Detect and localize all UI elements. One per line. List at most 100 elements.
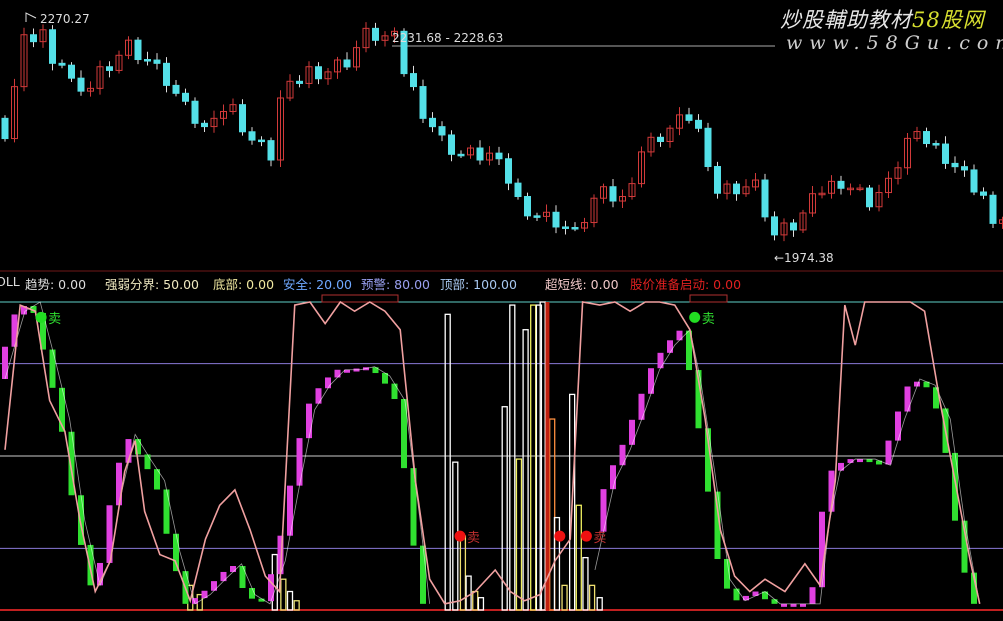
candle-down <box>163 62 170 86</box>
watermark-url: www.58Gu.com <box>786 32 1003 54</box>
candle-down <box>419 86 427 119</box>
indicator-bar <box>465 575 472 611</box>
candle-down <box>258 139 265 143</box>
trend-bar-rise <box>676 330 683 341</box>
indicator-bar <box>522 329 529 611</box>
candle-down <box>172 84 180 94</box>
trend-bar-rise <box>657 352 664 369</box>
candle-down <box>68 64 75 79</box>
candle-down <box>771 216 778 236</box>
indicator-bar <box>477 597 485 611</box>
trend-bar-rise <box>268 574 274 602</box>
candle-down <box>571 227 579 230</box>
candle-down <box>239 104 246 133</box>
indicator-bar <box>280 578 287 611</box>
candle-down <box>562 226 569 229</box>
launch-value: 股价准备启动: 0.00 <box>630 277 742 292</box>
candle-down <box>524 196 531 217</box>
candle-down <box>30 34 37 43</box>
trend-bar-rise <box>610 465 616 490</box>
candle-down <box>761 179 769 218</box>
top-zone-marker <box>321 294 399 303</box>
candle-down <box>457 153 465 157</box>
trend-bar-rise <box>648 368 654 394</box>
trend-bar-fall <box>144 454 151 470</box>
trend-bar-fall <box>733 588 740 601</box>
stock-chart <box>0 12 1003 611</box>
trend-bar-rise <box>857 459 863 463</box>
trend-bar-rise <box>885 440 892 465</box>
trend-bar-rise <box>809 587 816 604</box>
indicator-bar <box>293 600 300 611</box>
candle-down <box>495 152 503 160</box>
trend-bar-rise <box>838 462 844 471</box>
safe-value: 安全: 20.00 <box>283 277 352 292</box>
candle-down <box>372 27 379 41</box>
indicator-bar <box>501 406 508 611</box>
candle-down <box>58 62 66 66</box>
trend-bar-fall <box>771 599 778 604</box>
warn-value: 预警: 80.00 <box>361 277 430 292</box>
candle-down <box>989 194 997 224</box>
candle-down <box>837 180 845 189</box>
candle-down <box>191 100 199 124</box>
candle-down <box>1 117 9 140</box>
candle-down <box>505 158 512 184</box>
signal-dot-icon <box>689 311 701 323</box>
trend-bar-fall <box>163 489 170 534</box>
trend-bar-rise <box>230 566 236 572</box>
candle-down <box>476 147 484 161</box>
candle-down <box>438 126 446 136</box>
trend-bar-fall <box>239 566 246 588</box>
trend-bar-fall <box>49 349 56 388</box>
trend-value: 趋势: 0.00 <box>25 277 87 292</box>
trend-bar-rise <box>325 377 331 389</box>
candle-down <box>970 169 978 193</box>
candle-down <box>980 191 987 196</box>
candle-down <box>514 182 522 198</box>
indicator-bar <box>444 313 451 611</box>
bottom-value: 底部: 0.00 <box>213 277 275 292</box>
trend-bar-rise <box>638 393 645 420</box>
candle-down <box>134 39 142 61</box>
candle-down <box>733 183 740 195</box>
price-low-label: ←1974.38 <box>774 251 834 265</box>
trend-bar-fall <box>173 533 179 572</box>
candle-down <box>448 134 455 155</box>
high-marker-icon <box>25 12 37 22</box>
candle-down <box>429 117 436 128</box>
indicator-bar <box>515 458 523 611</box>
signal-line <box>545 302 550 610</box>
price-range-label: 2231.68 - 2228.63 <box>392 31 504 45</box>
candle-down <box>248 131 256 141</box>
trend-bar-rise <box>220 571 227 582</box>
candle-down <box>942 143 949 164</box>
indicator-bar <box>472 590 479 611</box>
candle-down <box>296 80 303 84</box>
indicator-bar <box>561 584 568 611</box>
trend-bar-fall <box>391 383 398 400</box>
signal-dot-icon <box>554 530 566 542</box>
watermark-title: 炒股輔助教材58股网 <box>780 8 985 32</box>
trend-bar-rise <box>619 444 626 466</box>
candle-down <box>961 166 968 171</box>
indicator-bar <box>530 304 537 611</box>
trend-bar-rise <box>306 403 312 439</box>
trend-bar-rise <box>296 438 303 486</box>
candle-down <box>106 66 113 71</box>
signal-label: 卖 <box>467 531 481 547</box>
candle-down <box>153 59 161 64</box>
oscillator-line <box>4 300 981 605</box>
candle-down <box>77 77 85 92</box>
candle-down <box>182 92 189 102</box>
trend-bar-rise <box>629 419 635 445</box>
candle-down <box>951 162 959 168</box>
indicator-bar <box>596 597 603 611</box>
candle-down <box>695 119 702 129</box>
trend-bar-fall <box>420 545 426 604</box>
indicator-name: OLL <box>0 274 20 289</box>
candle-down <box>609 186 617 202</box>
candle-down <box>714 166 721 194</box>
candle-down <box>866 187 873 208</box>
indicator-bar <box>509 304 516 611</box>
